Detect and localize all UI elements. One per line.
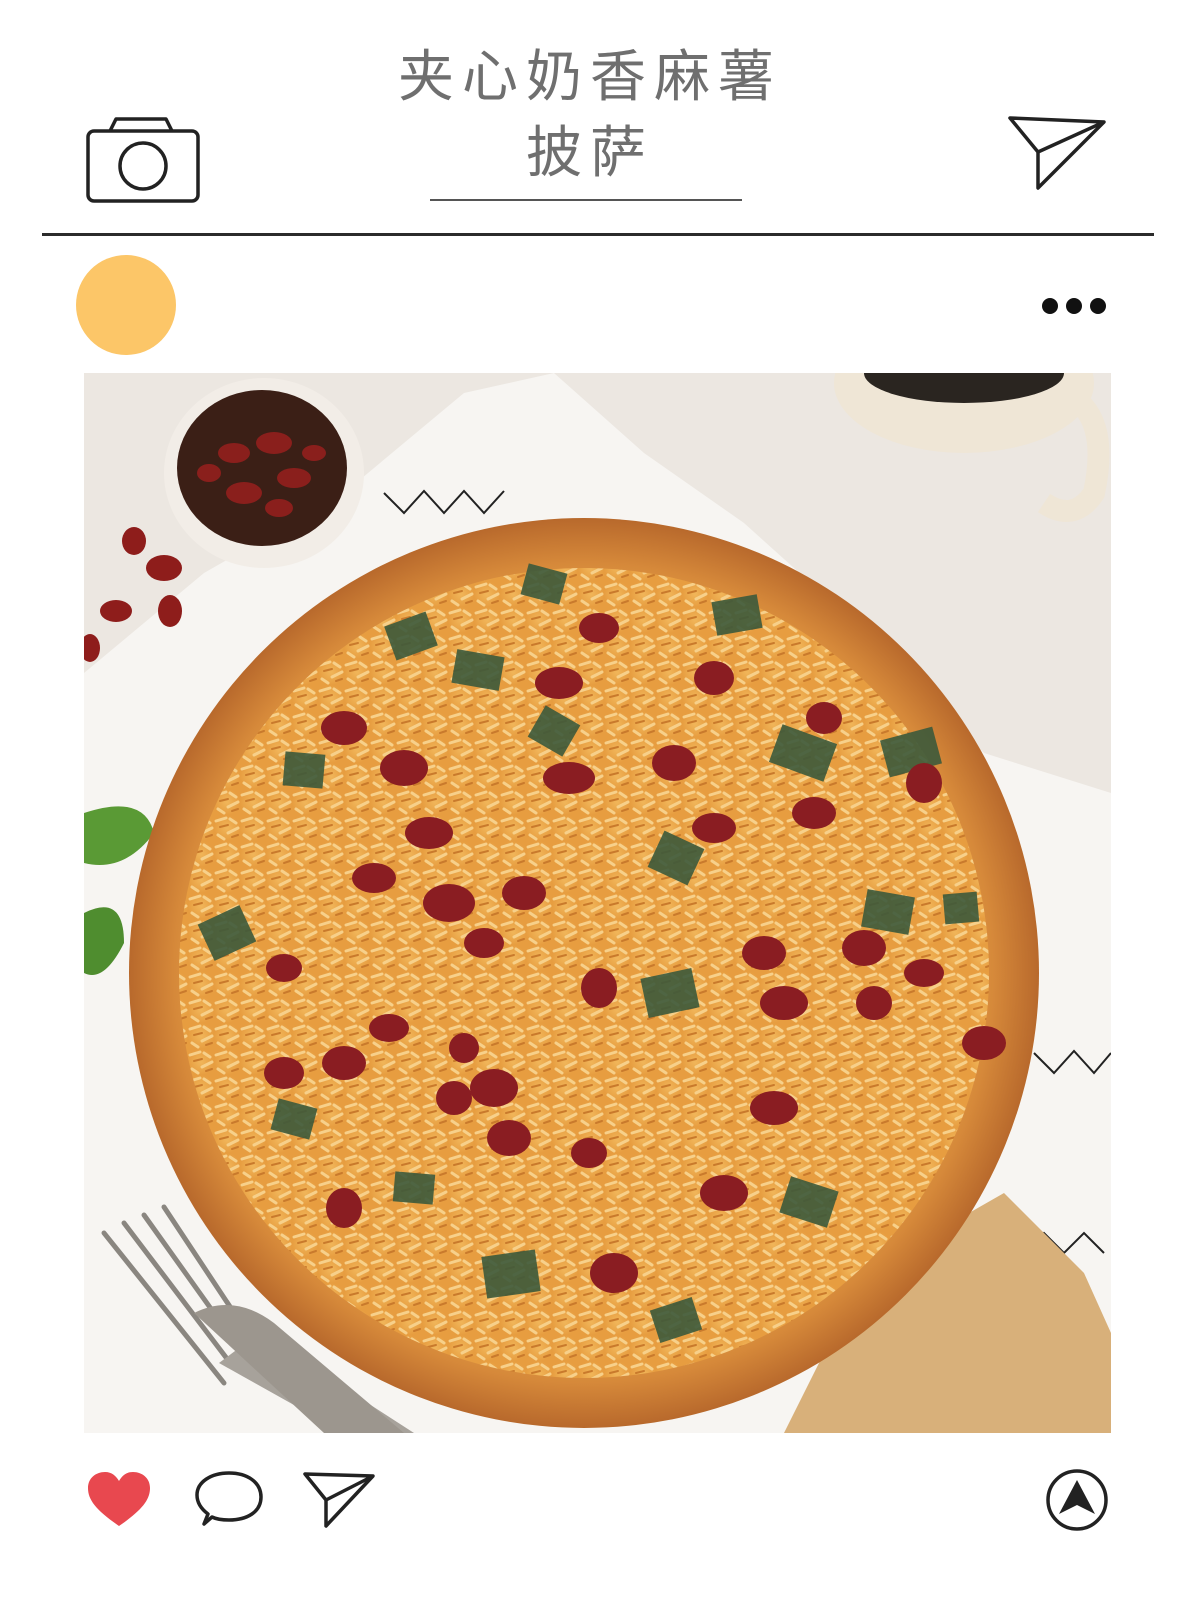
heart-icon <box>88 1472 150 1526</box>
comment-icon <box>195 1471 263 1526</box>
post-title-line-1: 夹心奶香麻薯 <box>398 45 782 110</box>
header-divider <box>42 233 1154 236</box>
post-title: 夹心奶香麻薯 披萨 <box>300 40 880 192</box>
like-button[interactable] <box>86 1470 152 1530</box>
pizza-photo-illustration <box>84 373 1111 1433</box>
title-underline <box>430 199 742 201</box>
camera-icon <box>86 117 200 203</box>
more-dots-icon <box>1042 298 1106 314</box>
comment-button[interactable] <box>194 1470 264 1532</box>
more-options-button[interactable] <box>1040 294 1110 318</box>
navigate-button[interactable] <box>1045 1468 1109 1532</box>
share-button[interactable] <box>302 1470 376 1530</box>
send-icon <box>1008 116 1106 190</box>
send-button[interactable] <box>1006 114 1108 194</box>
share-icon <box>303 1472 375 1528</box>
post-title-line-2: 披萨 <box>526 121 654 186</box>
camera-button[interactable] <box>84 115 202 205</box>
post-photo[interactable] <box>84 373 1111 1433</box>
navigate-icon <box>1046 1469 1108 1531</box>
avatar[interactable] <box>76 255 176 355</box>
